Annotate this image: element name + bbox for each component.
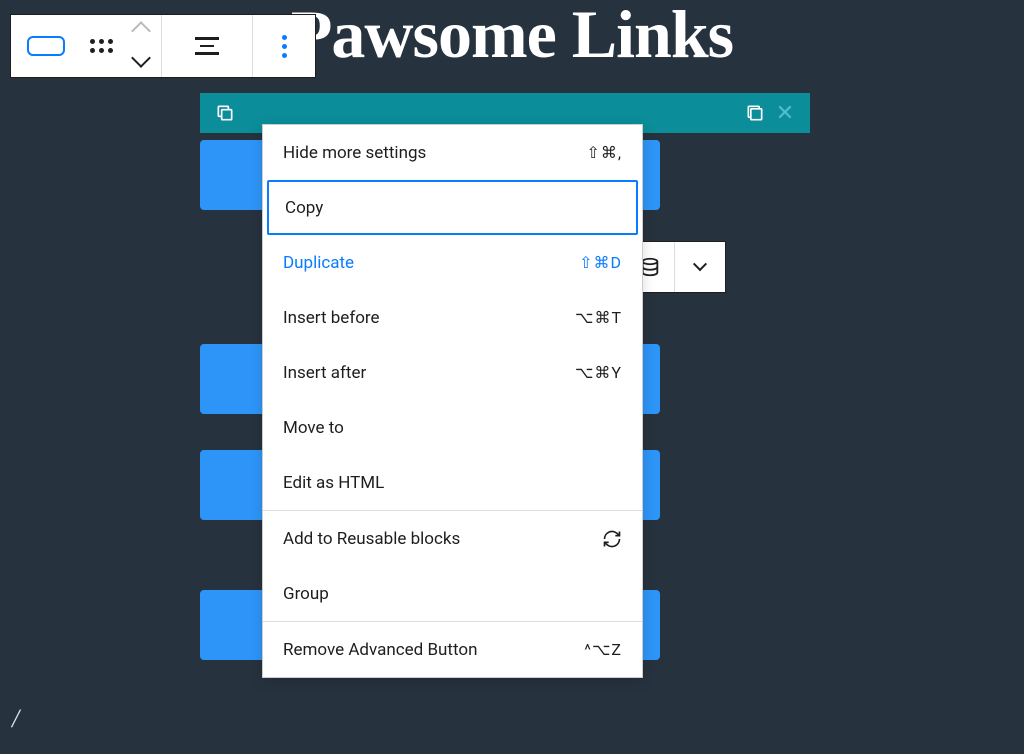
- chevron-down-icon: [131, 48, 151, 68]
- menu-shortcut: ⌥⌘Y: [575, 363, 622, 382]
- close-icon: ✕: [776, 101, 794, 126]
- block-toolbar: [10, 14, 316, 78]
- drag-handle[interactable]: [81, 15, 121, 77]
- move-up-button[interactable]: [134, 24, 148, 41]
- menu-label: Group: [283, 584, 622, 604]
- block-options-dropdown: Hide more settings ⇧⌘, Copy Duplicate ⇧⌘…: [262, 124, 643, 678]
- hide-more-settings-item[interactable]: Hide more settings ⇧⌘,: [263, 125, 642, 180]
- menu-label: Duplicate: [283, 253, 579, 273]
- insert-after-item[interactable]: Insert after ⌥⌘Y: [263, 345, 642, 400]
- button-block-icon: [27, 36, 65, 56]
- move-to-item[interactable]: Move to: [263, 400, 642, 455]
- align-button[interactable]: [162, 15, 252, 77]
- menu-label: Edit as HTML: [283, 473, 622, 493]
- more-options-button[interactable]: [253, 15, 315, 77]
- page-title: Pawsome Links: [291, 0, 733, 74]
- menu-shortcut: ⇧⌘,: [586, 143, 622, 162]
- align-center-icon: [195, 37, 219, 55]
- edit-as-html-item[interactable]: Edit as HTML: [263, 455, 642, 510]
- menu-label: Move to: [283, 418, 622, 438]
- menu-label: Insert before: [283, 308, 575, 328]
- layers-icon-button[interactable]: [740, 98, 770, 128]
- menu-label: Add to Reusable blocks: [283, 529, 602, 549]
- drag-icon: [90, 39, 113, 53]
- chevron-down-icon: [693, 257, 707, 271]
- add-reusable-blocks-item[interactable]: Add to Reusable blocks: [263, 511, 642, 566]
- menu-label: Copy: [285, 198, 620, 218]
- copy-item[interactable]: Copy: [267, 180, 638, 235]
- move-down-button[interactable]: [134, 53, 148, 68]
- layers-icon: [745, 103, 765, 123]
- block-type-button[interactable]: [11, 15, 81, 77]
- close-header-button[interactable]: ✕: [770, 98, 800, 128]
- menu-label: Insert after: [283, 363, 575, 383]
- copy-icon: [215, 103, 235, 123]
- menu-label: Hide more settings: [283, 143, 586, 163]
- remove-advanced-button-item[interactable]: Remove Advanced Button ^⌥Z: [263, 622, 642, 677]
- group-item[interactable]: Group: [263, 566, 642, 621]
- chevron-up-icon: [131, 21, 151, 41]
- dots-vertical-icon: [282, 35, 287, 58]
- copy-block-icon-button[interactable]: [210, 98, 240, 128]
- reusable-icon: [602, 529, 622, 549]
- duplicate-item[interactable]: Duplicate ⇧⌘D: [263, 235, 642, 290]
- secondary-more-button[interactable]: [675, 242, 725, 292]
- slash-indicator: /: [12, 704, 19, 734]
- menu-shortcut: ⌥⌘T: [575, 308, 622, 327]
- menu-shortcut: ⇧⌘D: [579, 253, 622, 272]
- insert-before-item[interactable]: Insert before ⌥⌘T: [263, 290, 642, 345]
- menu-label: Remove Advanced Button: [283, 640, 584, 660]
- menu-shortcut: ^⌥Z: [584, 640, 622, 659]
